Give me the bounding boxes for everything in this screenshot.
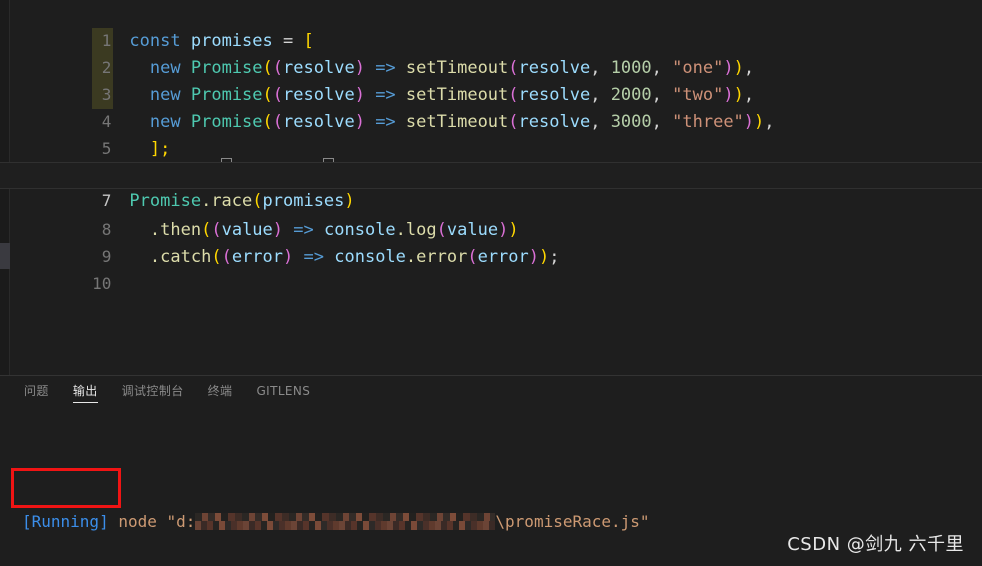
tab-problems[interactable]: 问题 (24, 376, 49, 407)
code-line-7[interactable]: 7 Promise.race(promises) (0, 162, 982, 211)
tab-gitlens[interactable]: GITLENS (256, 376, 310, 407)
bottom-panel: 问题 输出 调试控制台 终端 GITLENS [Running] node "d… (0, 375, 982, 566)
annotation-highlight-box (11, 468, 121, 508)
running-tag: [Running] (22, 512, 109, 531)
code-line-5[interactable]: 5 ]; (0, 108, 982, 159)
tab-output[interactable]: 输出 (72, 376, 98, 407)
tab-debug-console[interactable]: 调试控制台 (122, 376, 184, 407)
code-line-1[interactable]: 1 const promises = [ (0, 0, 982, 51)
line-number-10: 10 (92, 274, 112, 293)
code-line-9[interactable]: 9 .catch((error) => console.error(error)… (0, 216, 982, 267)
panel-tab-bar: 问题 输出 调试控制台 终端 GITLENS (0, 376, 982, 407)
code-lines-container: 1 const promises = [ 2 new Promise((resol… (0, 0, 982, 293)
censored-path-block (195, 513, 496, 530)
code-editor[interactable]: 1 const promises = [ 2 new Promise((resol… (0, 0, 982, 375)
code-line-2[interactable]: 2 new Promise((resolve) => setTimeout(re… (0, 27, 982, 78)
code-line-4[interactable]: 4 new Promise((resolve) => setTimeout(re… (0, 81, 982, 132)
code-line-8[interactable]: 8 .then((value) => console.log(value)) (0, 189, 982, 240)
path-suffix: \promiseRace.js" (495, 512, 650, 531)
running-command: node (108, 512, 167, 531)
watermark-text: CSDN @剑九 六千里 (787, 534, 964, 555)
code-line-3[interactable]: 3 new Promise((resolve) => setTimeout(re… (0, 54, 982, 105)
code-line-6[interactable]: 6 (0, 135, 982, 185)
code-line-10[interactable]: 10 (0, 243, 982, 293)
tab-terminal[interactable]: 终端 (208, 376, 233, 407)
path-prefix: "d: (166, 512, 196, 531)
